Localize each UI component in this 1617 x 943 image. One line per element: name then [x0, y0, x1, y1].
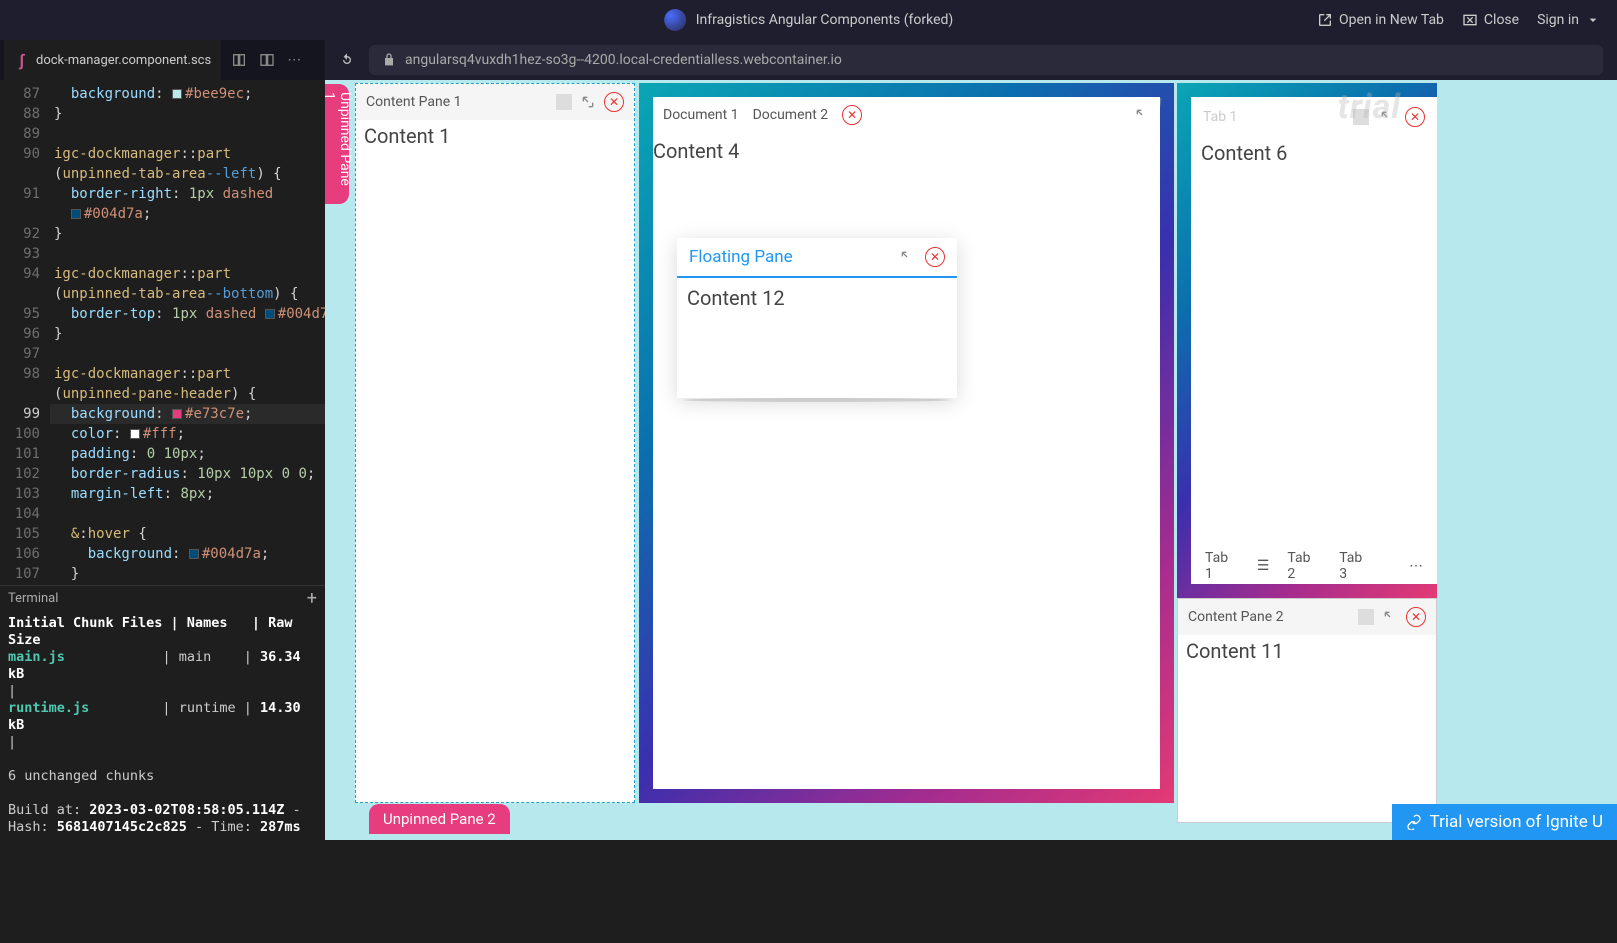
trial-banner[interactable]: Trial version of Ignite U	[1392, 804, 1617, 840]
popout-icon[interactable]	[1379, 109, 1395, 125]
more-icon[interactable]: ⋯	[287, 52, 301, 68]
close-pane-button[interactable]: ✕	[604, 92, 624, 112]
editor-tab-active[interactable]: ∫ dock-manager.component.scs	[4, 40, 221, 80]
external-window-icon	[1317, 12, 1333, 28]
diff-icon[interactable]	[231, 52, 247, 68]
maximize-icon[interactable]	[1353, 109, 1369, 125]
editor-tab-label: dock-manager.component.scs	[36, 53, 211, 68]
pane-title: Content Pane 1	[366, 94, 461, 110]
preview-toolbar: angularsq4vuxdh1hez-so3g--4200.local-cre…	[325, 40, 1617, 80]
document-host: trial Document 1 Document 2 ✕ Content 4	[639, 83, 1174, 803]
pane-content: Content 11	[1178, 635, 1436, 667]
pane-header[interactable]: Content Pane 1 ✕	[356, 84, 634, 120]
close-rect-icon	[1462, 12, 1478, 28]
terminal-output[interactable]: Initial Chunk Files | Names | Raw Size m…	[0, 611, 325, 840]
content-pane-2: Content Pane 2 ✕ Content 11	[1177, 598, 1437, 823]
ide-logo-icon	[664, 9, 686, 31]
floating-content: Content 12	[677, 278, 957, 318]
preview-frame[interactable]: Unpinned Pane 1 Content Pane 1 ✕ Content…	[325, 80, 1617, 840]
popout-icon[interactable]	[580, 94, 596, 110]
content-pane-1: Content Pane 1 ✕ Content 1	[355, 83, 635, 803]
code-editor[interactable]: 8788899091929394959697989910010110210310…	[0, 80, 325, 585]
tab-document-2[interactable]: Document 2	[753, 107, 829, 123]
pane-content: Content 6	[1191, 137, 1437, 548]
maximize-icon[interactable]	[1358, 609, 1374, 625]
document-pane: Document 1 Document 2 ✕ Content 4	[653, 97, 1160, 789]
link-icon	[1406, 814, 1422, 830]
pane-content: Content 1	[356, 120, 634, 152]
pane-title: Content Pane 2	[1188, 609, 1283, 625]
code-content[interactable]: background: #bee9ec;} igc-dockmanager::p…	[48, 80, 325, 585]
tab-menu-icon[interactable]: ☰	[1257, 558, 1270, 574]
popout-icon[interactable]	[899, 249, 915, 265]
pane-header[interactable]: Content Pane 2 ✕	[1178, 599, 1436, 635]
project-title: Infragistics Angular Components (forked)	[696, 12, 954, 28]
editor-tab-strip: ∫ dock-manager.component.scs ⋯	[0, 40, 325, 80]
floating-title: Floating Pane	[689, 247, 793, 267]
reload-button[interactable]	[339, 52, 355, 68]
open-new-tab-button[interactable]: Open in New Tab	[1317, 12, 1444, 28]
project-title-wrap: Infragistics Angular Components (forked)	[664, 9, 954, 31]
close-floating-button[interactable]: ✕	[925, 247, 945, 267]
floating-pane[interactable]: Floating Pane ✕ Content 12	[677, 238, 957, 398]
sign-in-button[interactable]: Sign in	[1537, 12, 1601, 28]
right-pane-header[interactable]: Tab 1 ✕	[1191, 97, 1437, 137]
document-tabs: Document 1 Document 2 ✕	[653, 97, 1160, 133]
top-bar: Infragistics Angular Components (forked)…	[0, 0, 1617, 40]
tab-document-1[interactable]: Document 1	[663, 107, 739, 123]
unpinned-tab-bottom[interactable]: Unpinned Pane 2	[369, 804, 510, 834]
tab-1[interactable]: Tab 1	[1205, 550, 1239, 582]
maximize-icon[interactable]	[556, 94, 572, 110]
tab-3[interactable]: Tab 3	[1339, 550, 1373, 582]
line-number-gutter: 8788899091929394959697989910010110210310…	[0, 80, 48, 585]
close-button[interactable]: Close	[1462, 12, 1519, 28]
bottom-tabs: Tab 1 ☰ Tab 2 Tab 3 ⋯	[1191, 548, 1437, 584]
preview-panel: angularsq4vuxdh1hez-so3g--4200.local-cre…	[325, 40, 1617, 840]
lock-icon	[381, 52, 397, 68]
more-tabs-icon[interactable]: ⋯	[1409, 558, 1423, 574]
pane-title: Tab 1	[1203, 109, 1237, 125]
close-pane-button[interactable]: ✕	[1406, 607, 1426, 627]
scss-file-icon: ∫	[14, 52, 30, 68]
floating-shadow	[683, 398, 951, 402]
close-document-button[interactable]: ✕	[842, 105, 862, 125]
floating-header[interactable]: Floating Pane ✕	[677, 238, 957, 278]
document-content: Content 4	[653, 133, 1160, 163]
unpinned-tab-left[interactable]: Unpinned Pane 1	[325, 84, 349, 204]
chevron-down-icon	[1585, 12, 1601, 28]
popout-icon[interactable]	[1134, 107, 1150, 123]
popout-icon[interactable]	[1382, 609, 1398, 625]
terminal-title: Terminal	[8, 591, 58, 606]
split-editor-icon[interactable]	[259, 52, 275, 68]
reload-icon	[339, 52, 355, 68]
tab-2[interactable]: Tab 2	[1287, 550, 1321, 582]
add-terminal-button[interactable]: +	[307, 588, 317, 609]
url-field[interactable]: angularsq4vuxdh1hez-so3g--4200.local-cre…	[369, 45, 1603, 75]
url-text: angularsq4vuxdh1hez-so3g--4200.local-cre…	[405, 52, 842, 68]
right-top-pane: trial Tab 1 ✕ Content 6 Tab 1 ☰	[1177, 83, 1437, 598]
close-pane-button[interactable]: ✕	[1405, 107, 1425, 127]
right-column: trial Tab 1 ✕ Content 6 Tab 1 ☰	[1177, 83, 1437, 823]
editor-panel: ∫ dock-manager.component.scs ⋯ 878889909…	[0, 40, 325, 840]
terminal-panel: Terminal + Initial Chunk Files | Names |…	[0, 585, 325, 840]
